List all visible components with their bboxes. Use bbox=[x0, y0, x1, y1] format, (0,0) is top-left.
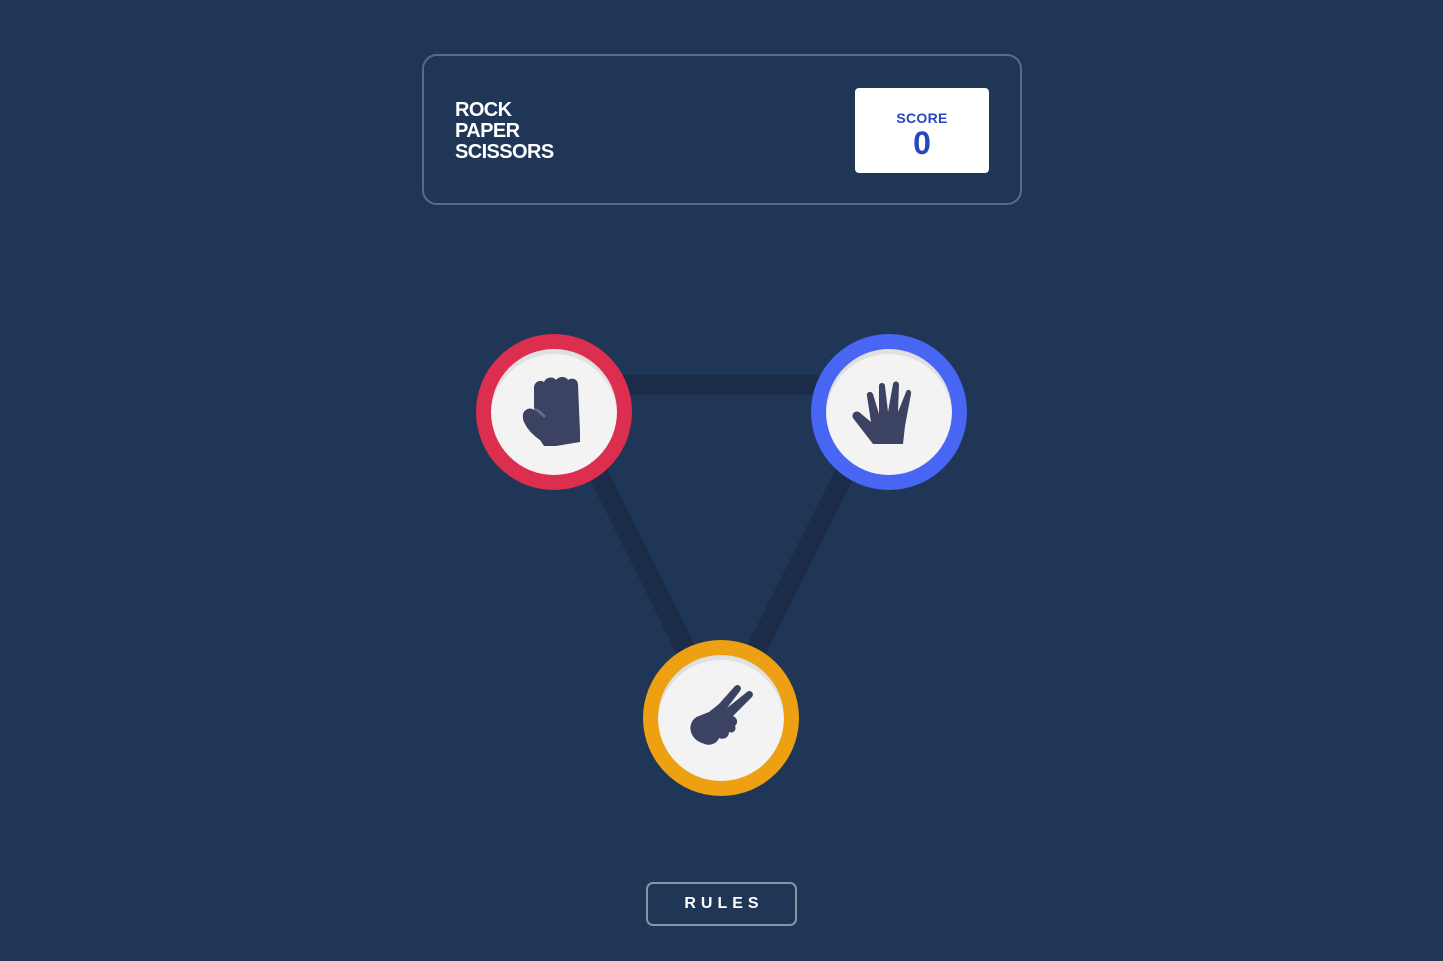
score-box: SCORE 0 bbox=[855, 88, 989, 173]
rules-button[interactable]: RULES bbox=[646, 882, 797, 926]
header: ROCK PAPER SCISSORS SCORE 0 bbox=[422, 54, 1022, 205]
game-title: ROCK PAPER SCISSORS bbox=[455, 100, 554, 163]
rock-choice-button[interactable] bbox=[476, 334, 632, 490]
game-screen: ROCK PAPER SCISSORS SCORE 0 RULES bbox=[0, 0, 1443, 961]
paper-choice-button[interactable] bbox=[811, 334, 967, 490]
paper-choice-face bbox=[826, 349, 952, 475]
paper-hand-icon bbox=[852, 381, 912, 444]
scissors-hand-icon bbox=[690, 684, 753, 745]
title-line-scissors: SCISSORS bbox=[455, 141, 554, 163]
title-line-paper: PAPER bbox=[455, 120, 520, 142]
score-value: 0 bbox=[913, 125, 931, 161]
title-line-rock: ROCK bbox=[455, 99, 512, 121]
scissors-choice-button[interactable] bbox=[643, 640, 799, 796]
score-label: SCORE bbox=[896, 110, 948, 126]
rock-hand-icon bbox=[522, 377, 580, 446]
scissors-choice-face bbox=[658, 655, 784, 781]
rock-choice-face bbox=[491, 349, 617, 475]
